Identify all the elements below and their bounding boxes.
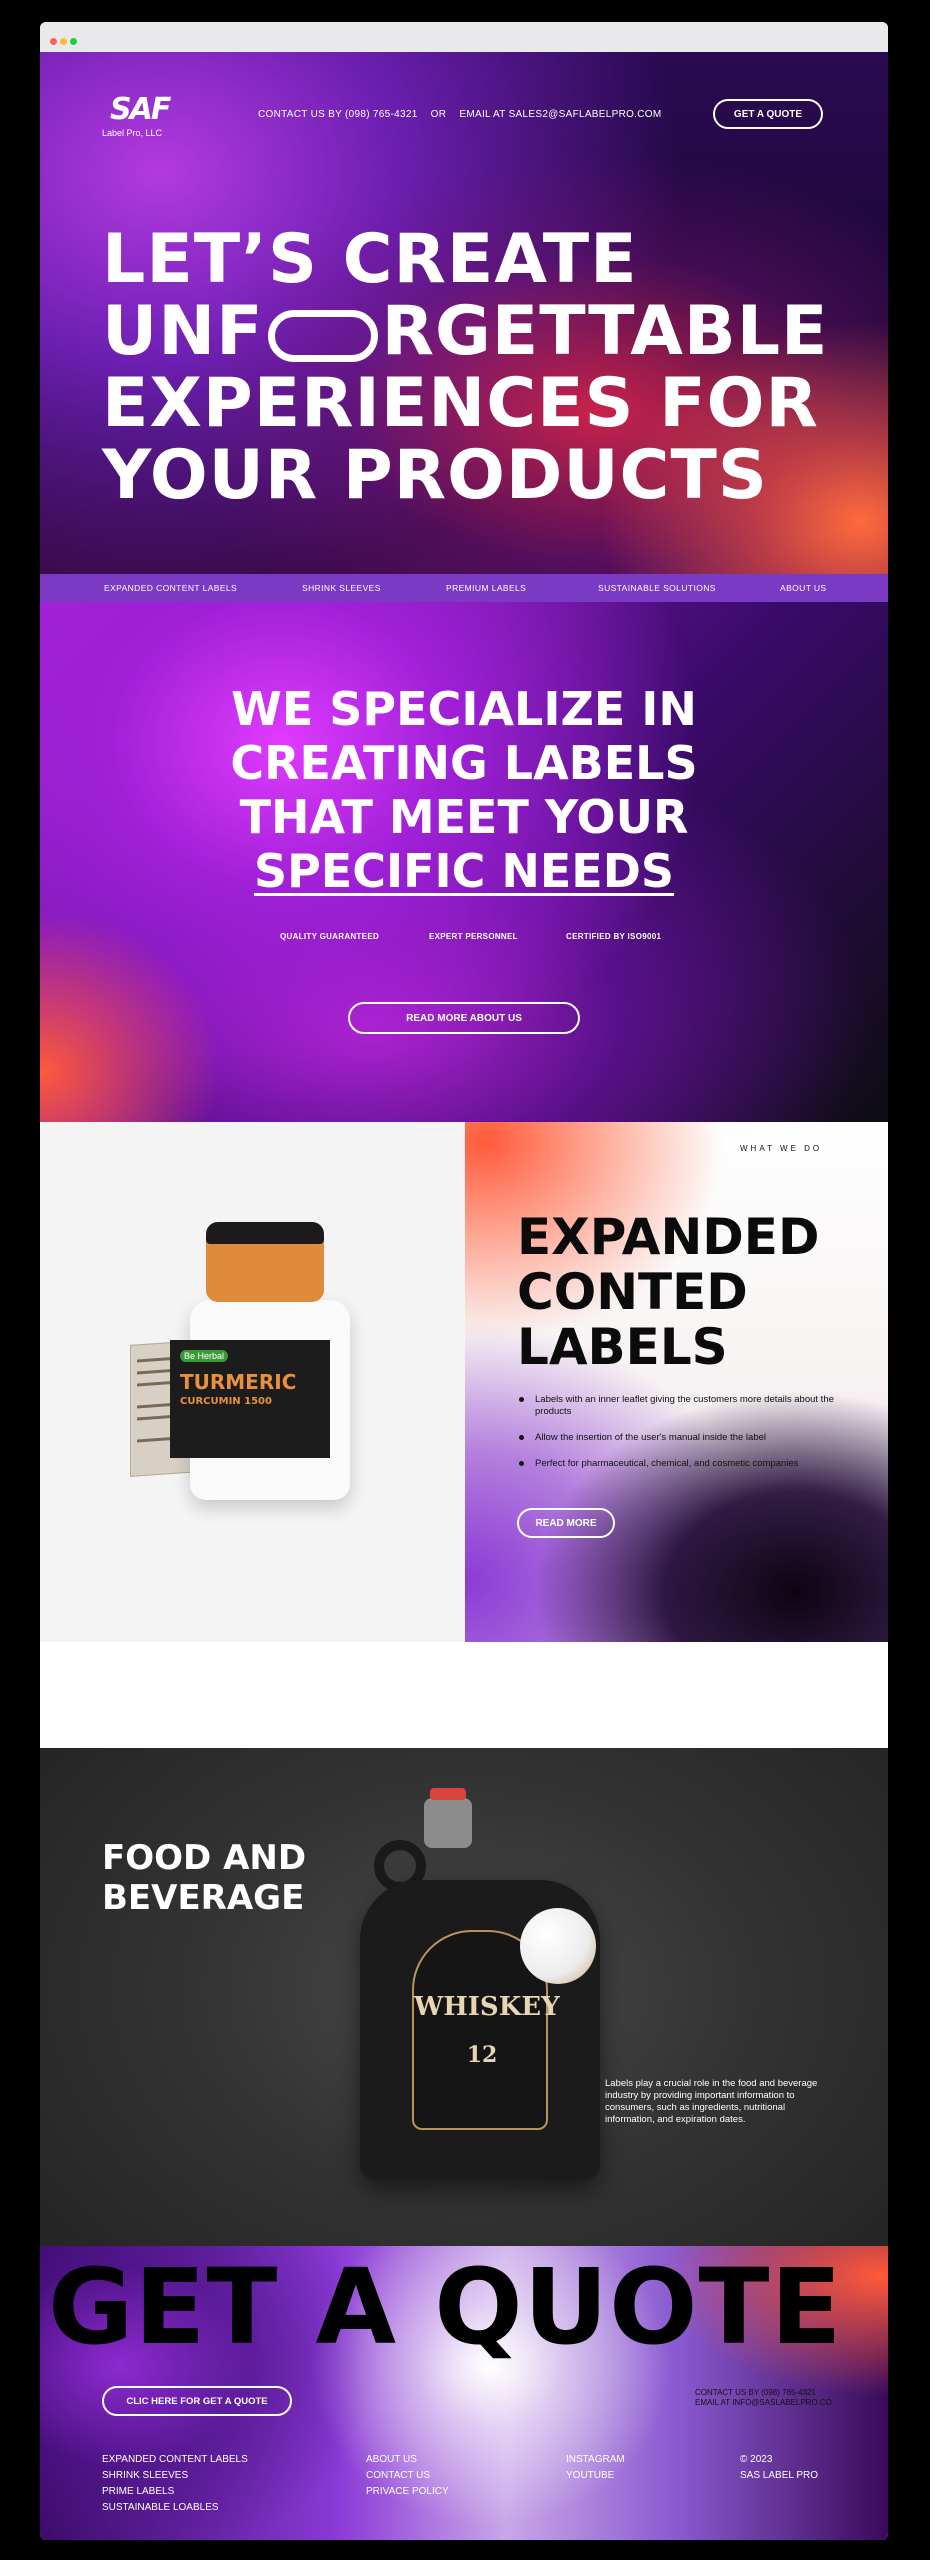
- footer-link[interactable]: CONTACT US: [366, 2468, 449, 2484]
- minimize-window-dot-icon[interactable]: [60, 38, 67, 45]
- specialize-section: WE SPECIALIZE IN CREATING LABELS THAT ME…: [40, 602, 888, 1122]
- footer-link-instagram[interactable]: INSTAGRAM: [566, 2452, 625, 2468]
- section-kicker: WHAT WE DO: [740, 1144, 823, 1153]
- browser-chrome: [40, 22, 888, 52]
- hero-line-2: UNF RGETTABLE: [102, 296, 882, 368]
- footer-email[interactable]: EMAIL AT INFO@SASLABELPRO.CO: [695, 2398, 832, 2408]
- whiskey-jug-image: WHISKEY 12: [360, 1788, 620, 2218]
- jug-label-text: WHISKEY: [414, 1992, 560, 2022]
- bottle-subname: CURCUMIN 1500: [180, 1396, 272, 1407]
- hero-line-2a: UNF: [102, 292, 264, 371]
- nav-premium-labels[interactable]: PREMIUM LABELS: [446, 583, 526, 593]
- product-bullets: Labels with an inner leaflet giving the …: [517, 1394, 837, 1484]
- feature-list: QUALITY GUARANTEED EXPERT PERSONNEL CERT…: [40, 932, 888, 948]
- food-description: Labels play a crucial role in the food a…: [605, 2078, 818, 2125]
- food-title: FOOD AND BEVERAGE: [102, 1838, 306, 1918]
- hero-line-2b: RGETTABLE: [381, 292, 829, 371]
- bullet-item: Labels with an inner leaflet giving the …: [517, 1394, 837, 1418]
- bottle-label: Be Herbal TURMERIC CURCUMIN 1500: [170, 1340, 330, 1458]
- pill-shape-icon: [267, 310, 378, 362]
- footer-link[interactable]: SUSTAINABLE LOABLES: [102, 2500, 248, 2516]
- footer-col-social: INSTAGRAM YOUTUBE: [566, 2452, 625, 2484]
- footer-col-copyright: © 2023 SAS LABEL PRO: [740, 2452, 818, 2484]
- bullet-item: Allow the insertion of the user's manual…: [517, 1432, 837, 1444]
- header-contact: CONTACT US BY (098) 765-4321 OR EMAIL AT…: [258, 109, 672, 120]
- footer-link[interactable]: SHRINK SLEEVES: [102, 2468, 248, 2484]
- copyright-owner: SAS LABEL PRO: [740, 2470, 818, 2481]
- hero-section: SAF Label Pro, LLC CONTACT US BY (098) 7…: [40, 52, 888, 574]
- food-beverage-section: FOOD AND BEVERAGE WHISKEY 12 Labels play…: [40, 1748, 888, 2246]
- footer-quote-button[interactable]: CLIC HERE FOR GET A QUOTE: [102, 2386, 292, 2416]
- read-more-button[interactable]: READ MORE: [517, 1508, 615, 1538]
- read-more-about-button[interactable]: READ MORE ABOUT US: [348, 1002, 580, 1034]
- nav-sustainable-solutions[interactable]: SUSTAINABLE SOLUTIONS: [598, 583, 716, 593]
- hero-title: LET’S CREATE UNF RGETTABLE EXPERIENCES FO…: [102, 224, 882, 512]
- food-title-line-1: FOOD AND: [102, 1838, 307, 1878]
- close-window-dot-icon[interactable]: [50, 38, 57, 45]
- get-quote-headline: GET A QUOTE NO: [48, 2246, 888, 2368]
- specialize-line-4: SPECIFIC NEEDS: [40, 844, 888, 898]
- get-quote-button[interactable]: GET A QUOTE: [713, 99, 823, 129]
- bottle-name: TURMERIC CURCUMIN 1500: [180, 1372, 296, 1412]
- bottle-cap: [206, 1222, 324, 1302]
- food-title-line-2: BEVERAGE: [102, 1878, 305, 1918]
- footer-link[interactable]: ABOUT US: [366, 2452, 449, 2468]
- footer-section: GET A QUOTE NO CLIC HERE FOR GET A QUOTE…: [40, 2246, 888, 2540]
- supplement-bottle-image: Be Herbal TURMERIC CURCUMIN 1500: [130, 1222, 390, 1512]
- feature-quality: QUALITY GUARANTEED: [280, 932, 380, 941]
- header-or: OR: [430, 109, 447, 120]
- product-title-line-1: EXPANDED: [517, 1208, 820, 1266]
- category-nav: EXPANDED CONTENT LABELS SHRINK SLEEVES P…: [40, 574, 888, 602]
- product-title-line-3: LABELS: [517, 1318, 728, 1376]
- product-title: EXPANDED CONTED LABELS: [517, 1210, 819, 1375]
- maximize-window-dot-icon[interactable]: [70, 38, 77, 45]
- jug-neck: [424, 1788, 472, 1848]
- hero-line-3: EXPERIENCES FOR: [102, 364, 819, 443]
- header-email[interactable]: EMAIL AT SALES2@SAFLABELPRO.COM: [459, 109, 661, 120]
- header-phone[interactable]: CONTACT US BY (098) 765-4321: [258, 109, 418, 120]
- bullet-item: Perfect for pharmaceutical, chemical, an…: [517, 1458, 837, 1470]
- nav-shrink-sleeves[interactable]: SHRINK SLEEVES: [302, 583, 381, 593]
- logo-mark: SAF: [110, 92, 171, 127]
- product-title-line-2: CONTED: [517, 1263, 748, 1321]
- bottle-brand: Be Herbal: [180, 1350, 229, 1362]
- footer-phone[interactable]: CONTACT US BY (098) 765-4321: [695, 2388, 832, 2398]
- hop-icon: [520, 1908, 596, 1984]
- jug-label-number: 12: [466, 2042, 498, 2068]
- copyright-year: © 2023: [740, 2454, 773, 2465]
- product-info-panel: WHAT WE DO EXPANDED CONTED LABELS Labels…: [465, 1122, 888, 1642]
- specialize-line-1: WE SPECIALIZE IN: [231, 682, 697, 736]
- footer-contact: CONTACT US BY (098) 765-4321 EMAIL AT IN…: [695, 2388, 832, 2408]
- nav-expanded-content-labels[interactable]: EXPANDED CONTENT LABELS: [104, 583, 237, 593]
- browser-window: SAF Label Pro, LLC CONTACT US BY (098) 7…: [40, 22, 888, 2540]
- nav-about-us[interactable]: ABOUT US: [780, 583, 827, 593]
- footer-col-services: EXPANDED CONTENT LABELS SHRINK SLEEVES P…: [102, 2452, 248, 2516]
- footer-link[interactable]: PRIVACE POLICY: [366, 2484, 449, 2500]
- specialize-title: WE SPECIALIZE IN CREATING LABELS THAT ME…: [40, 682, 888, 898]
- logo-subtitle: Label Pro, LLC: [102, 128, 163, 138]
- footer-link-youtube[interactable]: YOUTUBE: [566, 2468, 625, 2484]
- brand-logo[interactable]: SAF Label Pro, LLC: [102, 92, 182, 144]
- hero-line-4: YOUR PRODUCTS: [102, 436, 768, 515]
- specialize-line-2: CREATING LABELS: [230, 736, 698, 790]
- feature-personnel: EXPERT PERSONNEL: [429, 932, 518, 941]
- feature-iso: CERTIFIED BY ISO9001: [566, 932, 662, 941]
- footer-link[interactable]: PRIME LABELS: [102, 2484, 248, 2500]
- section-spacer: [40, 1642, 888, 1748]
- specialize-underlined-text: SPECIFIC NEEDS: [253, 844, 675, 898]
- product-image-panel: Be Herbal TURMERIC CURCUMIN 1500: [40, 1122, 465, 1642]
- footer-col-company: ABOUT US CONTACT US PRIVACE POLICY: [366, 2452, 449, 2500]
- footer-link[interactable]: EXPANDED CONTENT LABELS: [102, 2452, 248, 2468]
- hero-line-1: LET’S CREATE: [102, 220, 638, 299]
- specialize-line-3: THAT MEET YOUR: [239, 790, 689, 844]
